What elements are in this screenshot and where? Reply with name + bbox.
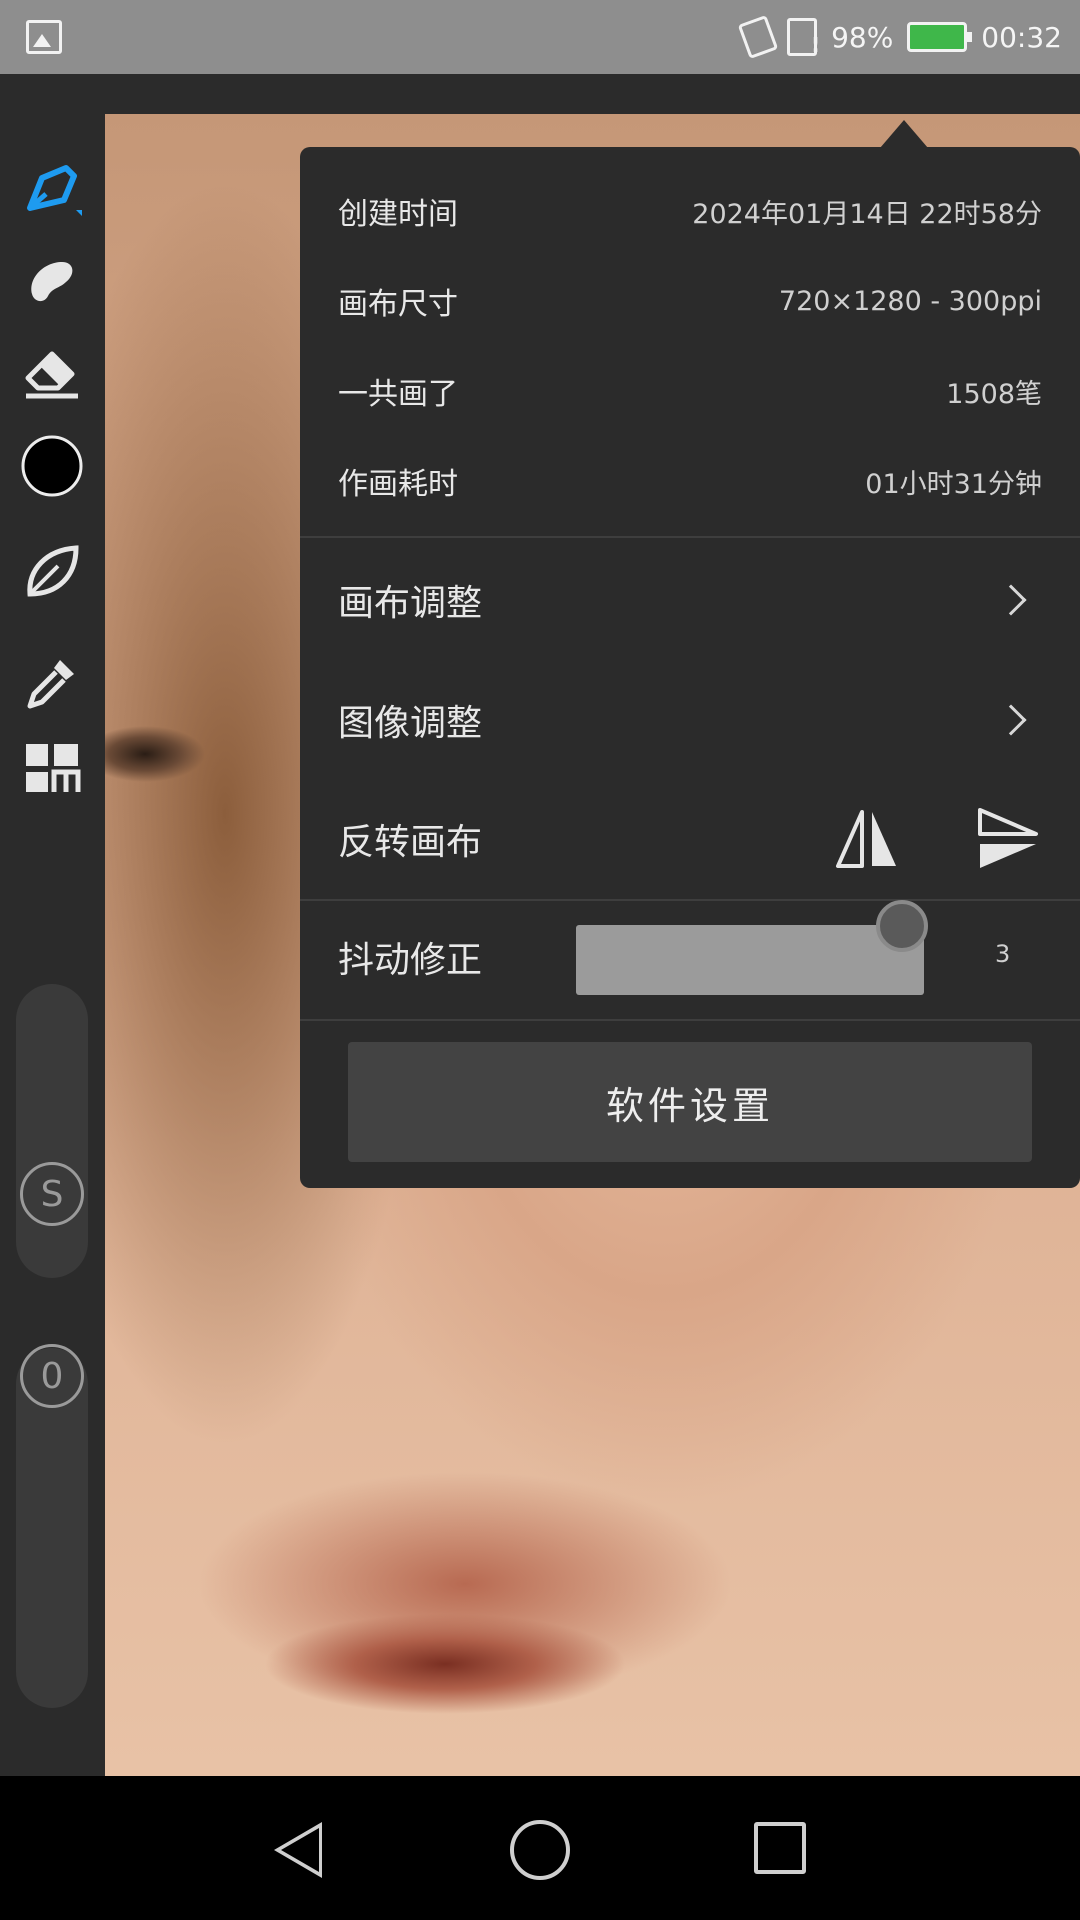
canvas-adjust-item[interactable]: 画布调整 <box>338 560 1042 640</box>
canvas-adjust-label: 画布调整 <box>338 583 483 624</box>
software-settings-button[interactable]: 软件设置 <box>348 1042 1032 1162</box>
flip-canvas-row: 反转画布 <box>338 799 1042 879</box>
layers-button[interactable] <box>16 732 88 804</box>
drawing-time-value: 01小时31分钟 <box>865 468 1042 500</box>
stabilizer-slider-handle[interactable] <box>876 900 928 952</box>
stroke-count-value: 1508笔 <box>946 378 1042 410</box>
opacity-button[interactable]: 0 <box>20 1344 84 1408</box>
home-icon[interactable] <box>510 1820 570 1880</box>
painting-lips <box>255 1604 635 1734</box>
size-button[interactable]: S <box>20 1162 84 1226</box>
drawing-time-label: 作画耗时 <box>338 467 458 502</box>
sim-alert-icon <box>787 18 820 57</box>
chevron-right-icon <box>995 704 1027 736</box>
smudge-icon <box>31 262 73 302</box>
divider <box>300 899 1080 901</box>
divider <box>300 1019 1080 1021</box>
eyedropper-icon <box>27 660 74 709</box>
image-adjust-item[interactable]: 图像调整 <box>338 680 1042 760</box>
created-time-label: 创建时间 <box>338 197 458 232</box>
flip-canvas-label: 反转画布 <box>338 822 483 863</box>
eraser-icon <box>25 351 78 399</box>
back-icon[interactable] <box>274 1822 322 1878</box>
color-swatch-button[interactable] <box>16 430 88 502</box>
canvas-size-label: 画布尺寸 <box>338 287 458 322</box>
drawing-time-row: 作画耗时 01小时31分钟 <box>338 451 1042 511</box>
brush-icon <box>27 165 82 216</box>
brush-size-slider[interactable] <box>16 984 88 1278</box>
brush-tool-button[interactable] <box>16 154 88 226</box>
clock: 00:32 <box>981 20 1062 54</box>
layers-grid-icon <box>26 744 81 792</box>
brush-library-button[interactable] <box>16 536 88 608</box>
stabilizer-value: 3 <box>995 940 1011 968</box>
canvas-size-row: 画布尺寸 720×1280 - 300ppi <box>338 271 1042 331</box>
top-toolbar <box>0 74 1080 114</box>
divider <box>300 536 1080 538</box>
smudge-tool-button[interactable] <box>16 244 88 316</box>
created-time-row: 创建时间 2024年01月14日 22时58分 <box>338 181 1042 241</box>
status-bar: 98% 00:32 <box>0 0 1080 74</box>
painting-eye <box>105 724 215 784</box>
stroke-count-label: 一共画了 <box>338 377 458 412</box>
created-time-value: 2024年01月14日 22时58分 <box>692 198 1042 230</box>
canvas-size-value: 720×1280 - 300ppi <box>778 285 1042 317</box>
eyedropper-tool-button[interactable] <box>16 646 88 718</box>
stabilizer-row: 抖动修正 <box>338 917 482 997</box>
color-swatch <box>21 435 83 497</box>
leaf-brush-icon <box>27 545 79 597</box>
chevron-right-icon <box>995 584 1027 616</box>
recent-apps-icon[interactable] <box>754 1822 806 1874</box>
flip-vertical-icon[interactable] <box>972 804 1042 874</box>
stroke-count-row: 一共画了 1508笔 <box>338 361 1042 421</box>
image-adjust-label: 图像调整 <box>338 703 483 744</box>
flip-horizontal-icon[interactable] <box>832 804 902 874</box>
stabilizer-slider[interactable] <box>576 925 924 995</box>
gallery-icon <box>26 20 62 54</box>
battery-percent: 98% <box>831 20 894 54</box>
eraser-tool-button[interactable] <box>16 336 88 408</box>
panel-caret <box>880 120 928 148</box>
tool-rail: S 0 <box>0 74 105 1776</box>
stabilizer-label: 抖动修正 <box>338 940 483 981</box>
battery-charging-icon <box>907 22 973 52</box>
canvas-info-panel: 创建时间 2024年01月14日 22时58分 画布尺寸 720×1280 - … <box>300 147 1080 1188</box>
vibrate-icon <box>737 14 779 60</box>
